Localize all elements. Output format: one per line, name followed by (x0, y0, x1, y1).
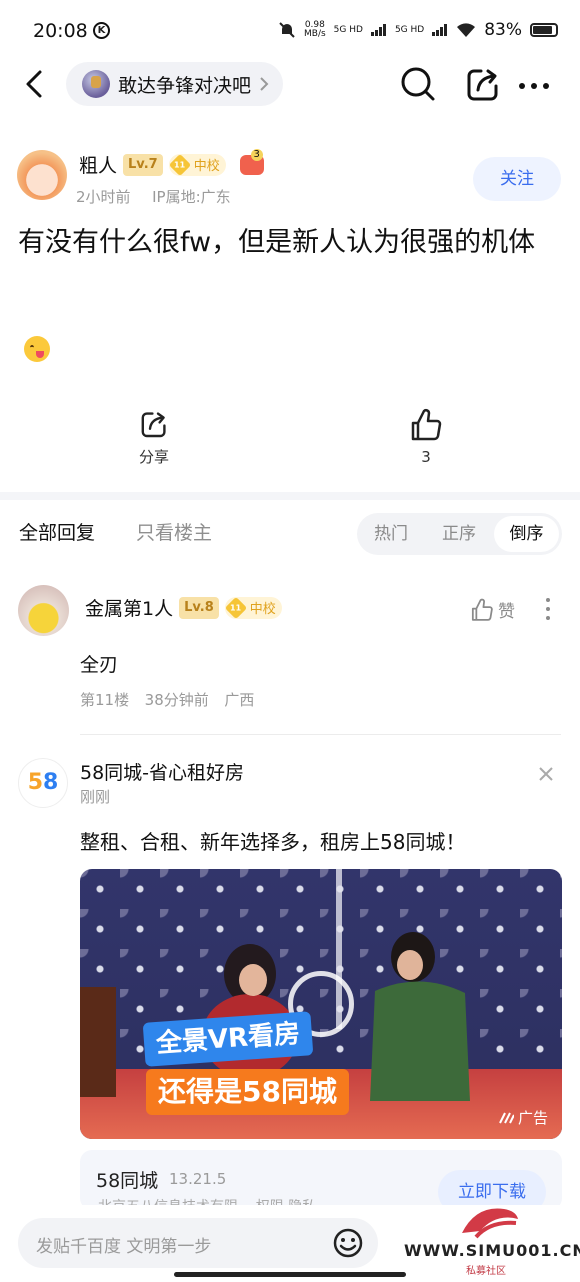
post-time: 2小时前 (76, 188, 131, 206)
comment-floor: 第11楼 (80, 691, 130, 709)
battery-percent: 83% (484, 20, 522, 40)
ad-banner-58: 还得是58同城 (146, 1069, 349, 1115)
ad-cabinet (80, 987, 116, 1097)
like-action[interactable]: 3 (376, 408, 476, 466)
tab-all-replies[interactable]: 全部回复 (19, 518, 95, 545)
like-count: 3 (421, 448, 431, 466)
share-icon (141, 412, 166, 438)
search-icon (401, 67, 435, 101)
post-ip: IP属地:广东 (152, 188, 231, 206)
comment-time: 38分钟前 (144, 691, 209, 709)
share-action[interactable]: 分享 (104, 408, 204, 467)
thumbs-up-icon (411, 409, 442, 441)
comment-avatar[interactable] (18, 585, 69, 636)
status-time: 20:08 (33, 20, 88, 42)
watermark-text: WWW.SIMU001.CN (404, 1241, 580, 1260)
ad-logo[interactable]: 58 (18, 758, 68, 808)
sort-desc[interactable]: 倒序 (494, 516, 559, 552)
signal-bars-icon-2 (432, 24, 448, 36)
comment-input[interactable]: 发贴千百度 文明第一步 (18, 1218, 378, 1268)
comment-meta: 第11楼 38分钟前 广西 (80, 689, 254, 710)
share-icon (467, 69, 498, 101)
ad-name[interactable]: 58同城-省心租好房 (80, 758, 244, 785)
tongue-emoji-icon (24, 336, 50, 362)
vertical-dots-icon (546, 598, 550, 620)
sort-switch: 热门 正序 倒序 (357, 513, 562, 555)
k-icon: K (93, 22, 110, 39)
comment-level-badge: Lv.8 (179, 596, 219, 619)
section-divider (0, 492, 580, 500)
ad-time: 刚刚 (80, 788, 111, 806)
net-speed: 0.98 MB/s (304, 20, 326, 39)
ad-app-name: 58同城 (96, 1170, 159, 1192)
more-dots-icon (519, 83, 549, 89)
ad-image[interactable]: 全景VR看房 还得是58同城 广告 (80, 869, 562, 1139)
author-meta: 2小时前 IP属地:广东 (76, 186, 231, 207)
signal-bars-icon (370, 24, 386, 36)
ad-close-button[interactable] (536, 764, 556, 784)
author-avatar[interactable] (17, 150, 67, 200)
ad-stripes-icon (499, 1112, 514, 1123)
comment-more-button[interactable] (540, 596, 556, 622)
chevron-left-icon (26, 70, 42, 98)
comment-like-button[interactable]: 赞 (470, 597, 515, 622)
comment-divider (80, 734, 561, 735)
comment-body: 全刃 (80, 654, 119, 676)
mute-bell-icon (279, 22, 295, 38)
signal-2: 5G HD (394, 25, 425, 35)
smiley-icon[interactable] (332, 1227, 364, 1259)
follow-button[interactable]: 关注 (473, 157, 561, 201)
share-label: 分享 (138, 448, 169, 466)
gamepad-badge-icon (239, 148, 264, 175)
back-button[interactable] (18, 64, 54, 104)
comment-like-label: 赞 (498, 602, 515, 622)
more-button[interactable] (515, 64, 555, 104)
comment-placeholder: 发贴千百度 文明第一步 (36, 1237, 212, 1257)
comment-author[interactable]: 金属第1人 (85, 594, 173, 621)
status-bar: 20:08 K 0.98 MB/s 5G HD 5G HD 83% (0, 0, 580, 64)
watermark-sub: 私募社区 (466, 1266, 506, 1277)
watermark-logo-icon (462, 1208, 518, 1239)
top-nav: 敢达争锋对决吧 (0, 60, 580, 110)
sort-hot[interactable]: 热门 (357, 513, 425, 555)
ad-person-right (370, 932, 470, 1101)
diamond-icon: 11 (168, 153, 191, 176)
author-row: 粗人 Lv.7 11 中校 (79, 148, 264, 178)
level-badge: Lv.7 (123, 153, 163, 176)
home-indicator[interactable] (174, 1272, 406, 1277)
sort-asc[interactable]: 正序 (425, 513, 493, 555)
status-right: 0.98 MB/s 5G HD 5G HD 83% (278, 20, 558, 40)
battery-icon (530, 23, 558, 37)
comment-school-badge: 11 中校 (224, 596, 282, 619)
wifi-icon (457, 23, 476, 37)
signal-1: 5G HD (333, 25, 363, 35)
diamond-icon: 11 (224, 596, 247, 619)
ad-app-bar: 58同城 13.21.5 北京五八信息技术有限... 权限 隐私 立即下载 (80, 1150, 562, 1215)
ad-tag: 广告 (498, 1107, 548, 1128)
comment-location: 广西 (224, 691, 255, 709)
forum-pill[interactable]: 敢达争锋对决吧 (66, 62, 284, 106)
search-button[interactable] (398, 64, 438, 104)
thumbs-up-icon (471, 598, 493, 621)
forum-avatar (82, 70, 110, 98)
ad-app-version: 13.21.5 (169, 1170, 227, 1188)
ad-text: 整租、合租、新年选择多，租房上58同城！ (80, 830, 466, 854)
forum-name: 敢达争锋对决吧 (118, 74, 252, 97)
author-name[interactable]: 粗人 (79, 151, 117, 178)
school-badge: 11 中校 (168, 153, 226, 176)
close-icon (539, 767, 553, 781)
share-button[interactable] (463, 64, 503, 104)
tab-op-only[interactable]: 只看楼主 (136, 518, 212, 545)
comment-author-row: 金属第1人 Lv.8 11 中校 (85, 594, 282, 621)
chevron-right-icon (260, 77, 269, 91)
post-title: 有没有什么很fw，但是新人认为很强的机体 (18, 227, 536, 258)
